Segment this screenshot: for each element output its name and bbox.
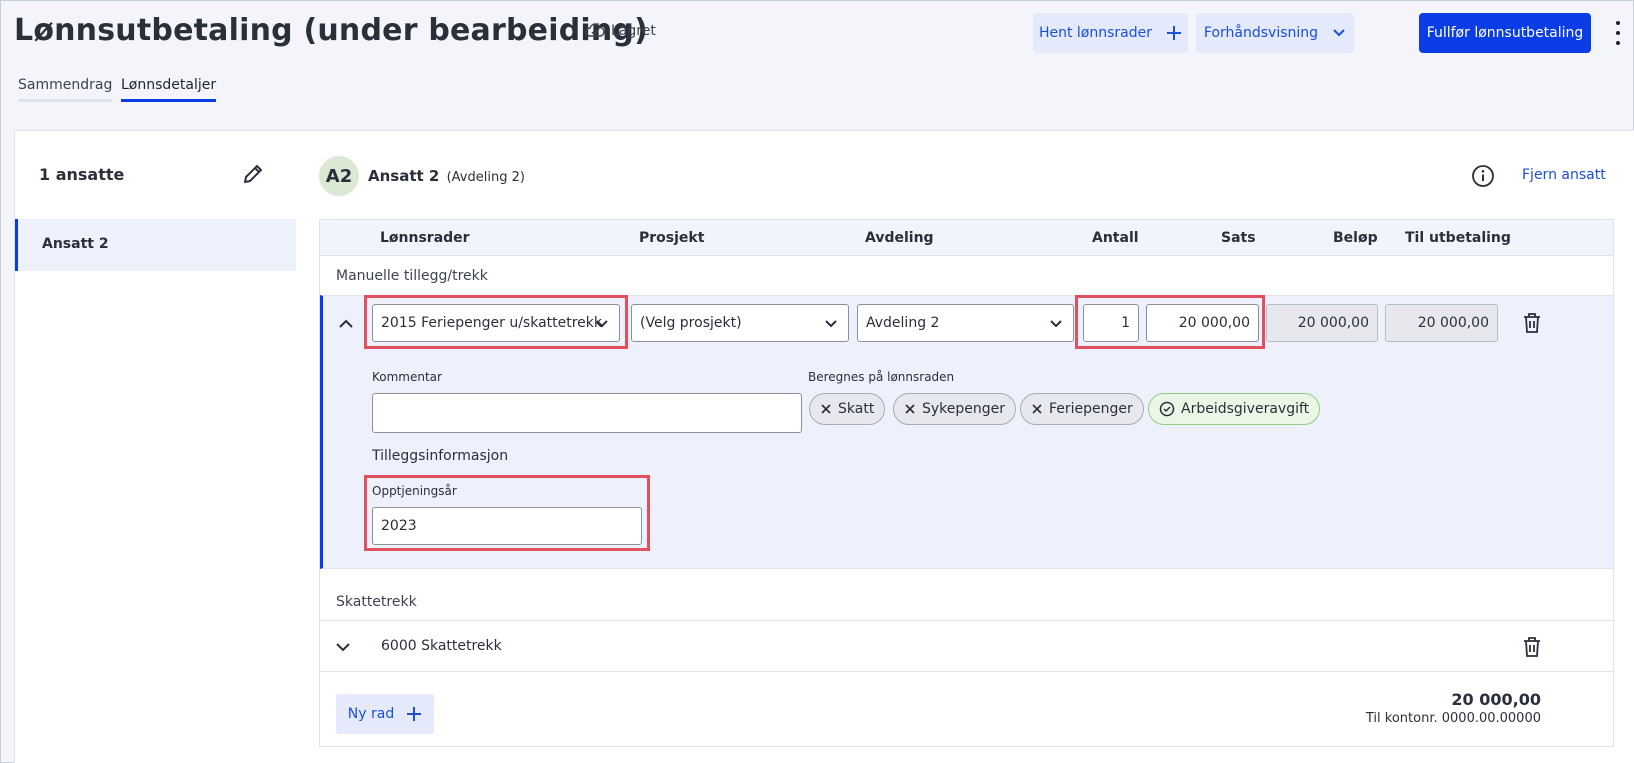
amount-field: 20 000,00 <box>1266 304 1378 342</box>
pencil-icon[interactable] <box>241 162 265 186</box>
save-status-label: Lagret <box>611 23 656 39</box>
department-value: Avdeling 2 <box>866 315 940 331</box>
chevron-down-icon <box>825 320 837 328</box>
total-summary: 20 000,00 Til kontonr. 0000.00.00000 <box>1366 690 1541 726</box>
chip-tax[interactable]: Skatt <box>809 393 886 425</box>
save-status: Lagret <box>585 23 656 39</box>
chevron-down-icon <box>1050 320 1062 328</box>
payroll-table: Lønnsrader Prosjekt Avdeling Antall Sats… <box>319 219 1614 747</box>
plus-icon <box>1167 26 1182 40</box>
chip-holiday-pay[interactable]: Feriepenger <box>1020 393 1144 425</box>
column-header: Prosjekt <box>639 230 705 246</box>
preview-button[interactable]: Forhåndsvisning <box>1196 13 1354 53</box>
check-circle-icon <box>1159 401 1175 417</box>
trash-icon[interactable] <box>1522 636 1542 658</box>
column-header: Beløp <box>1333 230 1378 246</box>
column-header: Til utbetaling <box>1405 230 1511 246</box>
cloud-check-icon <box>585 23 605 37</box>
new-row-button[interactable]: Ny rad <box>336 694 434 734</box>
fetch-rows-label: Hent lønnsrader <box>1038 25 1153 41</box>
close-icon <box>905 404 915 414</box>
trash-icon[interactable] <box>1522 312 1542 334</box>
table-row-expanded: 2015 Feriepenger u/skattetrekk (Velg pro… <box>320 295 1613 569</box>
comment-label: Kommentar <box>372 370 442 384</box>
calc-basis-label: Beregnes på lønnsraden <box>808 370 955 384</box>
column-header: Antall <box>1092 230 1139 246</box>
payout-field: 20 000,00 <box>1385 304 1498 342</box>
department-select[interactable]: Avdeling 2 <box>857 304 1074 342</box>
column-header: Avdeling <box>865 230 934 246</box>
column-header: Lønnsrader <box>380 230 470 246</box>
highlight-earning-year <box>364 475 650 551</box>
complete-payroll-button[interactable]: Fullfør lønnsutbetaling <box>1419 13 1591 53</box>
window-frame: Lønnsutbetaling (under bearbeiding) Lagr… <box>0 0 1634 763</box>
extra-info-heading: Tilleggsinformasjon <box>372 448 509 464</box>
employee-heading: Ansatt 2 (Avdeling 2) <box>368 167 525 185</box>
chip-label: Sykepenger <box>922 401 1006 417</box>
fetch-rows-button[interactable]: Hent lønnsrader <box>1033 13 1188 53</box>
column-header: Sats <box>1221 230 1256 246</box>
chip-label: Arbeidsgiveravgift <box>1181 401 1310 417</box>
highlight-quantity-rate <box>1075 295 1265 349</box>
employee-department: (Avdeling 2) <box>446 170 525 185</box>
chip-label: Feriepenger <box>1049 401 1133 417</box>
plus-icon <box>407 707 422 721</box>
employee-sidebar: 1 ansatte Ansatt 2 <box>14 130 297 763</box>
close-icon <box>1032 404 1042 414</box>
chip-sick-pay[interactable]: Sykepenger <box>893 393 1017 425</box>
employee-detail-panel: A2 Ansatt 2 (Avdeling 2) Fjern ansatt Lø… <box>296 130 1634 763</box>
comment-input[interactable] <box>372 393 802 433</box>
chip-label: Skatt <box>838 401 875 417</box>
avatar: A2 <box>319 156 359 196</box>
chevron-up-icon[interactable] <box>337 315 355 333</box>
preview-label: Forhåndsvisning <box>1203 25 1319 41</box>
chevron-down-icon <box>1333 29 1345 37</box>
page-title: Lønnsutbetaling (under bearbeiding) <box>14 13 648 48</box>
project-value: (Velg prosjekt) <box>640 315 742 331</box>
section-manual-label: Manuelle tillegg/trekk <box>336 268 488 284</box>
sidebar-item-employee[interactable]: Ansatt 2 <box>15 219 296 271</box>
close-icon <box>821 404 831 414</box>
more-options-icon[interactable] <box>1612 21 1624 45</box>
remove-employee-link[interactable]: Fjern ansatt <box>1522 167 1606 183</box>
employee-count: 1 ansatte <box>39 165 125 184</box>
table-row[interactable]: 6000 Skattetrekk <box>320 620 1613 672</box>
info-icon[interactable] <box>1471 164 1495 188</box>
employee-name: Ansatt 2 <box>368 167 440 185</box>
project-select[interactable]: (Velg prosjekt) <box>631 304 849 342</box>
account-number: Til kontonr. 0000.00.00000 <box>1365 711 1541 726</box>
tab-summary[interactable]: Sammendrag <box>18 77 113 102</box>
table-header: Lønnsrader Prosjekt Avdeling Antall Sats… <box>320 220 1613 256</box>
total-amount: 20 000,00 <box>1451 690 1541 709</box>
section-tax-label: Skattetrekk <box>336 594 417 610</box>
chip-employer-contribution[interactable]: Arbeidsgiveravgift <box>1148 393 1321 425</box>
highlight-wage-type <box>364 295 628 349</box>
tax-row-name: 6000 Skattetrekk <box>381 638 502 654</box>
chevron-down-icon[interactable] <box>334 638 352 656</box>
tab-payroll-details[interactable]: Lønnsdetaljer <box>121 77 217 102</box>
new-row-label: Ny rad <box>347 706 395 722</box>
